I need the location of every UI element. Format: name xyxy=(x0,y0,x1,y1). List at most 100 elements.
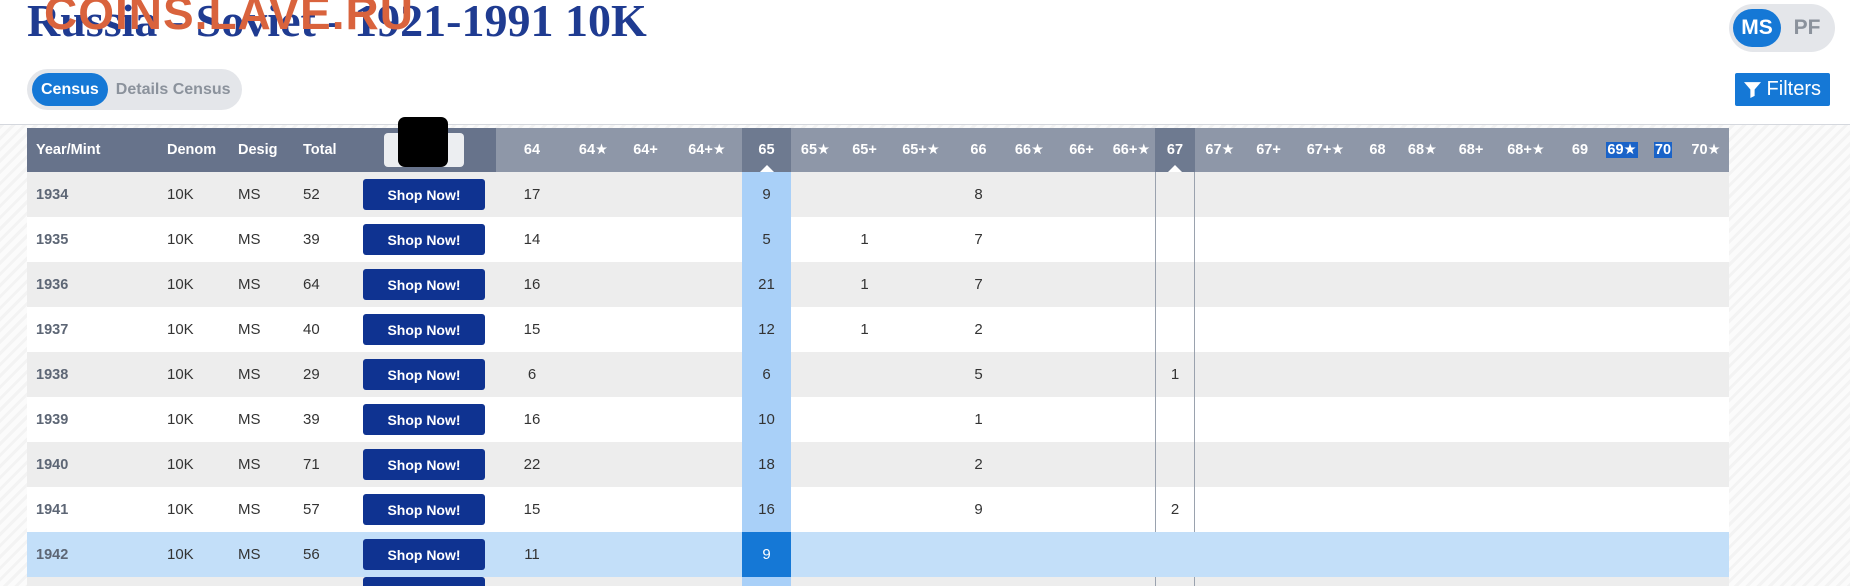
grade-cell: 9 xyxy=(742,532,791,577)
grade-cell xyxy=(1396,442,1449,487)
grade-header-label: 69 xyxy=(1571,142,1589,158)
denom-cell: 10K xyxy=(158,307,229,352)
grade-header[interactable]: 68★ xyxy=(1396,128,1449,172)
desig-cell: MS xyxy=(229,352,294,397)
column-header-denom[interactable]: Denom xyxy=(158,128,229,172)
grade-cell xyxy=(1004,532,1055,577)
shop-now-button[interactable]: Shop Now! xyxy=(363,179,485,210)
grade-header[interactable]: 67+ xyxy=(1245,128,1292,172)
shop-now-button[interactable]: Shop Now! xyxy=(363,269,485,300)
year-mint-cell[interactable]: 1934 xyxy=(27,172,158,217)
census-table-area: Year/Mint Denom Desig Total 64 64★ 64+ 64+★ 65 65… xyxy=(0,117,1850,586)
shop-now-button[interactable]: Shop Now! xyxy=(363,539,485,570)
grade-cell xyxy=(1108,172,1155,217)
year-mint-cell[interactable]: 1940 xyxy=(27,442,158,487)
grade-header[interactable]: 65+ xyxy=(840,128,889,172)
grade-header[interactable]: 70 xyxy=(1643,128,1683,172)
grade-header[interactable]: 64 xyxy=(496,128,568,172)
grade-header[interactable]: 69★ xyxy=(1601,128,1643,172)
grade-cell xyxy=(1359,577,1396,586)
year-mint-cell[interactable]: 1937 xyxy=(27,307,158,352)
grade-header[interactable]: 65★ xyxy=(791,128,840,172)
shop-now-button[interactable]: Shop Now! xyxy=(363,404,485,435)
grade-cell xyxy=(1195,577,1245,586)
grade-header[interactable]: 66+★ xyxy=(1108,128,1155,172)
grade-header[interactable]: 64+★ xyxy=(672,128,742,172)
grade-header[interactable]: 68+ xyxy=(1449,128,1493,172)
shop-now-button[interactable]: Shop Now! xyxy=(363,494,485,525)
grade-cell xyxy=(1559,397,1601,442)
grade-cell xyxy=(619,172,672,217)
grade-header-label: 64+★ xyxy=(688,142,726,158)
grade-cell xyxy=(1559,217,1601,262)
grade-header[interactable]: 66 xyxy=(953,128,1004,172)
shop-now-button[interactable] xyxy=(363,577,485,586)
grade-cell xyxy=(568,577,619,586)
grade-cell xyxy=(1683,217,1729,262)
shop-now-button[interactable]: Shop Now! xyxy=(363,449,485,480)
grade-cell xyxy=(1643,577,1683,586)
census-tab[interactable]: Census xyxy=(32,73,108,106)
year-mint-cell[interactable]: 1942 xyxy=(27,532,158,577)
grade-cell xyxy=(1055,577,1108,586)
denom-cell: 10K xyxy=(158,352,229,397)
grade-header[interactable]: 70★ xyxy=(1683,128,1729,172)
grade-cell xyxy=(1559,262,1601,307)
grade-header[interactable]: 65 xyxy=(742,128,791,172)
grade-cell: 1 xyxy=(840,262,889,307)
grade-header[interactable]: 67★ xyxy=(1195,128,1245,172)
grade-header[interactable]: 67+★ xyxy=(1292,128,1359,172)
grade-type-toggle[interactable]: MS PF xyxy=(1729,4,1835,52)
year-mint-cell[interactable]: 1938 xyxy=(27,352,158,397)
year-mint-cell[interactable]: 1935 xyxy=(27,217,158,262)
grade-cell xyxy=(1683,442,1729,487)
shop-now-button[interactable]: Shop Now! xyxy=(363,359,485,390)
year-mint-cell[interactable]: 1939 xyxy=(27,397,158,442)
grade-cell xyxy=(1683,577,1729,586)
grade-header[interactable]: 65+★ xyxy=(889,128,953,172)
grade-cell xyxy=(1195,352,1245,397)
grade-cell xyxy=(1245,352,1292,397)
grade-header[interactable]: 64+ xyxy=(619,128,672,172)
grade-header[interactable]: 66+ xyxy=(1055,128,1108,172)
partial-row-cell xyxy=(294,577,352,586)
grade-cell xyxy=(1108,262,1155,307)
grade-header[interactable]: 69 xyxy=(1559,128,1601,172)
grade-cell xyxy=(1245,577,1292,586)
pf-toggle-option[interactable]: PF xyxy=(1785,9,1829,47)
census-view-toggle[interactable]: Census Details Census xyxy=(27,69,242,110)
grade-cell xyxy=(1195,442,1245,487)
grade-cell xyxy=(1449,217,1493,262)
grade-cell xyxy=(1195,217,1245,262)
grade-cell: 2 xyxy=(953,307,1004,352)
grade-header[interactable]: 68 xyxy=(1359,128,1396,172)
grade-header[interactable]: 68+★ xyxy=(1493,128,1559,172)
details-census-tab[interactable]: Details Census xyxy=(116,73,237,106)
column-header-year-mint[interactable]: Year/Mint xyxy=(27,128,158,172)
column-header-total[interactable]: Total xyxy=(294,128,352,172)
grade-cell xyxy=(840,532,889,577)
grade-cell xyxy=(619,397,672,442)
grade-header[interactable]: 66★ xyxy=(1004,128,1055,172)
grade-header[interactable]: 64★ xyxy=(568,128,619,172)
column-header-desig[interactable]: Desig xyxy=(229,128,294,172)
grade-cell: 8 xyxy=(953,172,1004,217)
grade-cell xyxy=(889,577,953,586)
grade-cell xyxy=(1195,487,1245,532)
shop-now-button[interactable]: Shop Now! xyxy=(363,314,485,345)
year-mint-cell[interactable]: 1941 xyxy=(27,487,158,532)
grade-cell xyxy=(1683,307,1729,352)
grade-cell xyxy=(619,352,672,397)
filters-button[interactable]: Filters xyxy=(1734,73,1830,106)
grade-header-label: 70 xyxy=(1653,142,1673,158)
grade-cell xyxy=(568,172,619,217)
desig-cell: MS xyxy=(229,487,294,532)
grade-cell xyxy=(1359,397,1396,442)
shop-now-button[interactable]: Shop Now! xyxy=(363,224,485,255)
year-mint-cell[interactable]: 1936 xyxy=(27,262,158,307)
ms-toggle-option[interactable]: MS xyxy=(1733,9,1781,47)
grade-cell: 1 xyxy=(840,307,889,352)
grade-header[interactable]: 67 xyxy=(1155,128,1195,172)
grade-cell: 15 xyxy=(496,307,568,352)
grade-cell xyxy=(840,172,889,217)
